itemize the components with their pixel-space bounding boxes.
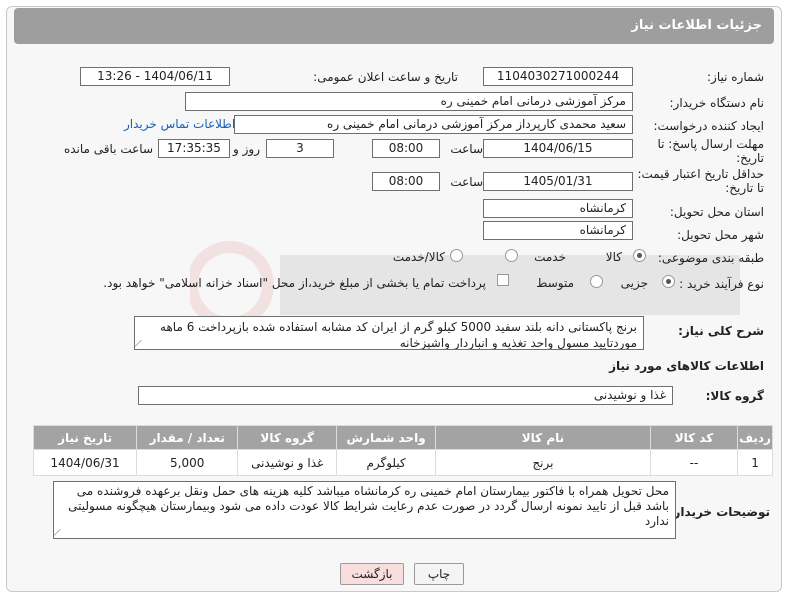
process-option-minor: جزیی: [620, 276, 648, 290]
resize-grip-icon[interactable]: [54, 529, 68, 537]
buyer-org-label: نام دستگاه خریدار:: [669, 96, 765, 110]
process-radio-minor[interactable]: [662, 275, 675, 288]
resize-grip-icon[interactable]: [135, 340, 149, 348]
goods-group-field: غذا و نوشیدنی: [138, 386, 673, 405]
table-header: گروه کالا: [237, 425, 338, 450]
buyer-notes-label: توضیحات خریدار:: [668, 505, 770, 519]
category-option-goods-service: کالا/خدمت: [392, 250, 445, 264]
table-header: کد کالا: [649, 425, 739, 450]
province-label: استان محل تحویل:: [669, 205, 764, 219]
buyer-notes-textarea: محل تحویل همراه با فاکتور بیمارستان امام…: [53, 481, 676, 539]
deadline-time-label: ساعت: [450, 142, 483, 156]
table-row: 1 -- برنج کیلوگرم غذا و نوشیدنی 5,000 14…: [32, 449, 773, 476]
table-cell-item-code: --: [649, 449, 739, 476]
panel-header: جزئیات اطلاعات نیاز: [14, 8, 774, 44]
buyer-contact-link[interactable]: اطلاعات تماس خریدار: [124, 117, 235, 131]
process-label: نوع فرآیند خرید :: [679, 277, 764, 291]
goods-group-label: گروه کالا:: [705, 389, 764, 403]
table-cell-item-name: برنج: [435, 449, 651, 476]
deadline-date-label: تاریخ:: [736, 151, 764, 165]
validity-label: حداقل تاریخ اعتبار قیمت:: [637, 167, 764, 181]
creator-label: ایجاد کننده درخواست:: [653, 119, 764, 133]
category-radio-service[interactable]: [505, 249, 518, 262]
process-radio-medium[interactable]: [590, 275, 603, 288]
deadline-label: مهلت ارسال پاسخ: تا: [657, 137, 764, 151]
validity-date-field: 1405/01/31: [483, 172, 633, 191]
city-field: کرمانشاه: [483, 221, 633, 240]
category-radio-goods-service[interactable]: [450, 249, 463, 262]
announce-label: تاریخ و ساعت اعلان عمومی:: [313, 70, 458, 84]
description-label: شرح کلی نیاز:: [678, 324, 764, 338]
announce-datetime-field: 1404/06/11 - 13:26: [80, 67, 230, 86]
deadline-time-field: 08:00: [372, 139, 440, 158]
goods-section-title: اطلاعات کالاهای مورد نیاز: [609, 359, 764, 373]
creator-field: سعید محمدی کارپرداز مرکز آموزشی درمانی ا…: [234, 115, 633, 134]
panel-title: جزئیات اطلاعات نیاز: [631, 18, 762, 33]
days-label: روز و: [233, 142, 260, 156]
table-header: ردیف: [737, 425, 773, 450]
validity-time-label: ساعت: [450, 175, 483, 189]
buyer-notes-text: محل تحویل همراه با فاکتور بیمارستان امام…: [68, 484, 669, 528]
days-remaining-field: 3: [266, 139, 334, 158]
table-header: نام کالا: [435, 425, 651, 450]
table-cell-need-date: 1404/06/31: [32, 449, 138, 476]
city-label: شهر محل تحویل:: [677, 228, 764, 242]
deadline-date-field: 1404/06/15: [483, 139, 633, 158]
category-label: طبقه بندی موضوعی:: [657, 251, 764, 265]
validity-time-field: 08:00: [372, 172, 440, 191]
validity-date-label: تا تاریخ:: [725, 181, 764, 195]
category-option-goods: کالا: [605, 250, 622, 264]
table-cell-group: غذا و نوشیدنی: [237, 449, 338, 476]
remaining-time-field: 17:35:35: [158, 139, 230, 158]
table-cell-quantity: 5,000: [136, 449, 239, 476]
back-button[interactable]: بازگشت: [340, 563, 404, 585]
need-number-field: 1104030271000244: [483, 67, 633, 86]
treasury-payment-checkbox[interactable]: [497, 274, 509, 286]
treasury-payment-note: پرداخت تمام یا بخشی از مبلغ خرید،از محل …: [103, 276, 486, 290]
process-option-medium: متوسط: [536, 276, 574, 290]
table-header-row: ردیف کد کالا نام کالا واحد شمارش گروه کا…: [32, 425, 773, 450]
description-textarea: برنج پاکستانی دانه بلند سفید 5000 کیلو گ…: [134, 316, 644, 350]
table-header: واحد شمارش: [336, 425, 437, 450]
table-header: تاریخ نیاز: [32, 425, 138, 450]
description-text: برنج پاکستانی دانه بلند سفید 5000 کیلو گ…: [160, 320, 637, 350]
print-button[interactable]: چاپ: [414, 563, 464, 585]
need-number-label: شماره نیاز:: [707, 70, 764, 84]
table-cell-unit: کیلوگرم: [336, 449, 437, 476]
category-radio-goods[interactable]: [633, 249, 646, 262]
category-option-service: خدمت: [534, 250, 566, 264]
buyer-org-field: مرکز آموزشی درمانی امام خمینی ره: [185, 92, 633, 111]
table-cell-row-number: 1: [737, 449, 773, 476]
remaining-time-label: ساعت باقی مانده: [63, 142, 153, 156]
table-header: تعداد / مقدار: [136, 425, 239, 450]
goods-table: ردیف کد کالا نام کالا واحد شمارش گروه کا…: [32, 425, 773, 476]
province-field: کرمانشاه: [483, 199, 633, 218]
